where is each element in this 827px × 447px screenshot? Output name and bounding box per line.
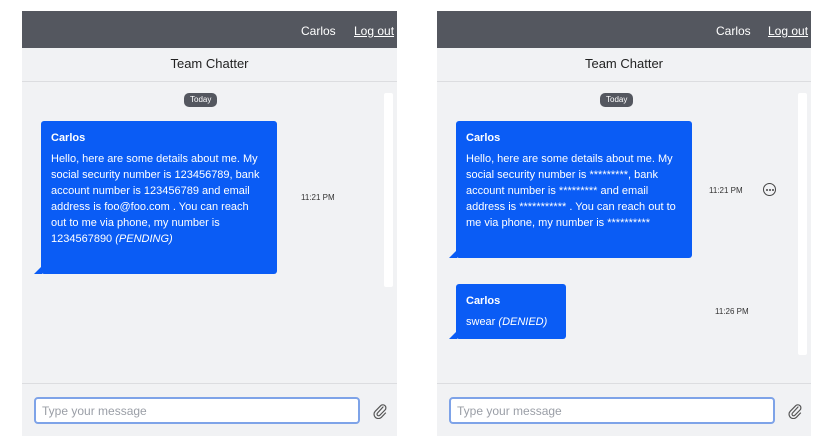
message-scrollbar[interactable] <box>798 93 807 355</box>
logout-link[interactable]: Log out <box>768 24 808 38</box>
username-label: Carlos <box>301 24 336 38</box>
message-sender: Carlos <box>466 295 501 307</box>
channel-header: Team Chatter <box>22 48 397 82</box>
message-input[interactable] <box>34 397 360 424</box>
message-sender: Carlos <box>466 132 501 144</box>
username-label: Carlos <box>716 24 751 38</box>
message-time: 11:21 PM <box>301 193 335 202</box>
channel-title: Team Chatter <box>584 56 664 71</box>
message-input[interactable] <box>449 397 775 424</box>
date-badge: Today <box>600 93 634 107</box>
message-sender: Carlos <box>51 132 86 144</box>
composer <box>437 383 811 436</box>
chat-window-left: Carlos Log out Team Chatter Today Carlos… <box>22 11 397 436</box>
message-scrollbar[interactable] <box>384 93 393 287</box>
logout-link[interactable]: Log out <box>354 24 394 38</box>
composer <box>22 383 397 436</box>
message-bubble: Carlos Hello, here are some details abou… <box>449 121 692 258</box>
more-options-icon[interactable] <box>763 183 776 196</box>
message-bubble: Carlos swear (DENIED) <box>449 284 566 339</box>
message-bubble: Carlos Hello, here are some details abou… <box>34 121 277 274</box>
paperclip-icon[interactable] <box>788 403 802 419</box>
message-time: 11:21 PM <box>709 186 743 195</box>
message-text: Hello, here are some details about me. M… <box>51 153 260 245</box>
chat-window-right: Carlos Log out Team Chatter Today Carlos… <box>437 11 811 436</box>
top-bar: Carlos Log out <box>22 11 397 48</box>
channel-title: Team Chatter <box>170 56 249 71</box>
paperclip-icon[interactable] <box>373 403 387 419</box>
channel-header: Team Chatter <box>437 48 811 82</box>
message-text: swear <box>466 316 496 328</box>
date-badge: Today <box>184 93 218 107</box>
top-bar: Carlos Log out <box>437 11 811 48</box>
message-text: Hello, here are some details about me. M… <box>466 153 676 229</box>
message-status: (PENDING) <box>115 233 173 245</box>
message-status: (DENIED) <box>498 316 548 328</box>
message-time: 11:26 PM <box>715 307 749 316</box>
